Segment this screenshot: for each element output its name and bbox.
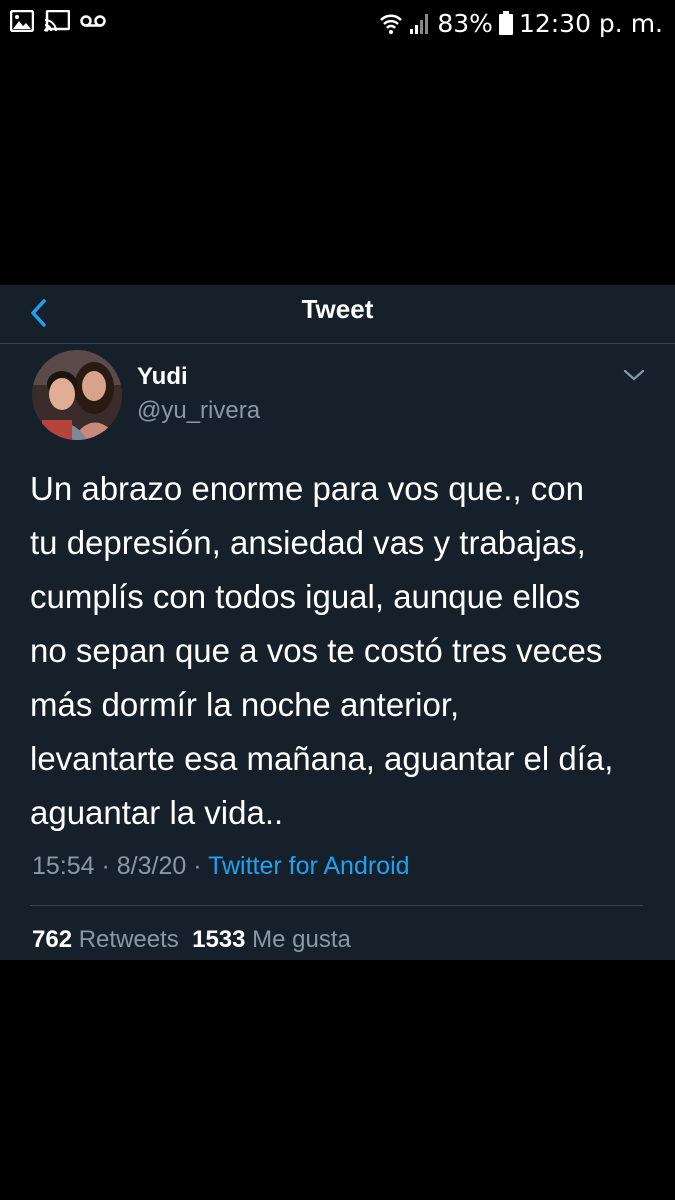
clock: 12:30 p. m.: [518, 8, 663, 38]
status-bar: 83% 12:30 p. m.: [0, 0, 675, 48]
tweet-metadata: 15:54 · 8/3/20 · Twitter for Android: [32, 850, 410, 882]
retweets-label: Retweets: [78, 926, 179, 953]
tweet-text: Un abrazo enorme para vos que., con tu d…: [30, 462, 655, 840]
wifi-icon: [379, 11, 403, 35]
cast-icon: [44, 10, 70, 32]
tweet-date: 8/3/20: [116, 852, 187, 880]
chevron-down-icon: [623, 369, 645, 381]
voicemail-icon: [80, 13, 106, 29]
tweet-detail-panel: Tweet Yudi @yu_rivera Un abrazo enorme p…: [0, 285, 675, 960]
divider: [30, 905, 643, 906]
status-bar-notifications: [10, 10, 106, 32]
likes-label: Me gusta: [252, 926, 351, 953]
battery-percent: 83%: [437, 8, 493, 38]
tweet-stats: 762 Retweets 1533 Me gusta: [32, 924, 351, 956]
page-title: Tweet: [301, 294, 374, 324]
tweet-text-line: levantarte esa mañana, aguantar el día,: [30, 740, 614, 777]
tweet-text-line: Un abrazo enorme para vos que., con: [30, 470, 584, 507]
retweets-count: 762: [32, 926, 73, 953]
likes-stat[interactable]: 1533 Me gusta: [192, 926, 351, 953]
author-handle: @yu_rivera: [137, 397, 261, 424]
separator: ·: [94, 852, 117, 880]
avatar[interactable]: [32, 350, 122, 440]
more-options-button[interactable]: [622, 367, 646, 383]
header: Tweet: [0, 285, 675, 344]
tweet-text-line: no sepan que a vos te costó tres veces: [30, 632, 603, 669]
separator: ·: [186, 852, 209, 880]
image-icon: [10, 10, 34, 32]
tweet-source-link[interactable]: Twitter for Android: [208, 852, 409, 880]
signal-icon: [409, 11, 431, 35]
tweet-text-line: tu depresión, ansiedad vas y trabajas,: [30, 524, 586, 561]
tweet-time: 15:54: [32, 852, 95, 880]
author-display-name[interactable]: Yudi: [137, 363, 188, 391]
likes-count: 1533: [192, 926, 246, 953]
tweet-text-line: aguantar la vida..: [30, 794, 284, 831]
status-bar-system: 83% 12:30 p. m.: [379, 6, 663, 40]
retweets-stat[interactable]: 762 Retweets: [32, 926, 179, 953]
battery-icon: [498, 11, 513, 35]
tweet-text-line: cumplís con todos igual, aunque ellos: [30, 578, 581, 615]
tweet-text-line: más dormír la noche anterior,: [30, 686, 460, 723]
